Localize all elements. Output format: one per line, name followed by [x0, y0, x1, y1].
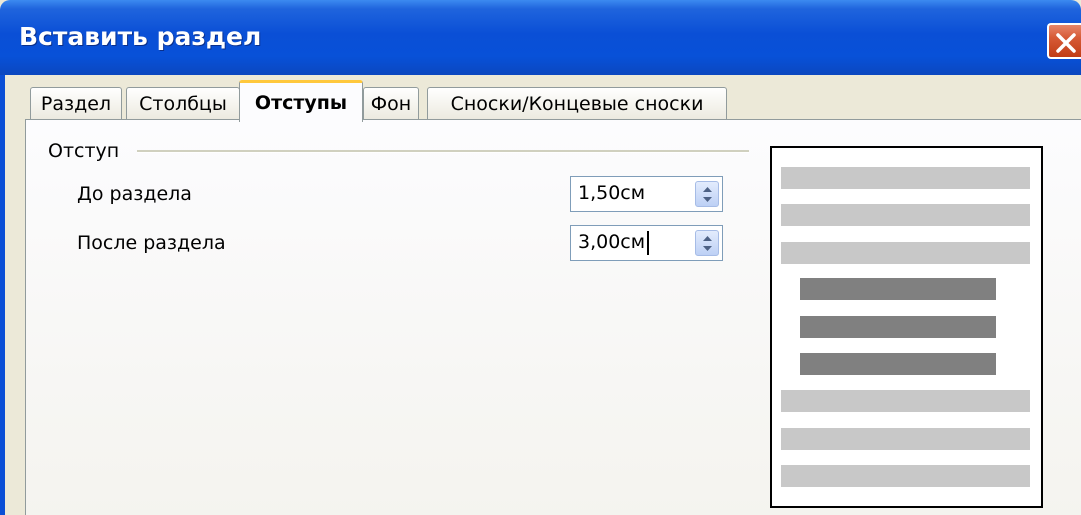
- after-section-spin-button[interactable]: [695, 230, 719, 256]
- preview-line: [781, 242, 1030, 264]
- indent-group-title: Отступ: [48, 140, 120, 162]
- after-section-label: После раздела: [77, 232, 226, 254]
- insert-section-dialog: Вставить раздел Раздел Столбцы Отступы Ф…: [0, 0, 1081, 515]
- close-button[interactable]: [1047, 23, 1081, 59]
- before-section-spin-button[interactable]: [695, 181, 719, 207]
- window-frame-left: [0, 75, 5, 515]
- preview-section-line: [800, 278, 996, 300]
- preview-line: [781, 167, 1030, 189]
- tab-columns-label: Столбцы: [139, 92, 227, 115]
- indent-preview: [770, 146, 1043, 508]
- title-bar: Вставить раздел: [0, 0, 1081, 75]
- tab-indents-label: Отступы: [254, 91, 348, 114]
- after-section-value[interactable]: 3,00см: [578, 231, 645, 253]
- before-section-label: До раздела: [77, 183, 192, 205]
- close-icon: [1056, 33, 1076, 53]
- preview-line: [781, 465, 1030, 487]
- preview-line: [781, 428, 1030, 450]
- tab-background-label: Фон: [370, 92, 412, 115]
- tab-section[interactable]: Раздел: [30, 87, 122, 119]
- preview-section-line: [800, 316, 996, 338]
- tab-footnotes-endnotes[interactable]: Сноски/Концевые сноски: [427, 87, 727, 119]
- tab-background[interactable]: Фон: [363, 87, 419, 119]
- group-separator: [137, 150, 749, 153]
- preview-line: [781, 390, 1030, 412]
- text-cursor: [647, 231, 649, 255]
- before-section-value[interactable]: 1,50см: [578, 182, 645, 204]
- tab-indents[interactable]: Отступы: [239, 80, 363, 122]
- spin-arrows-icon: [703, 236, 712, 251]
- preview-section-line: [800, 353, 996, 375]
- after-section-spinbox[interactable]: 3,00см: [570, 225, 723, 261]
- dialog-title: Вставить раздел: [19, 22, 262, 51]
- tab-columns[interactable]: Столбцы: [126, 87, 240, 119]
- before-section-spinbox[interactable]: 1,50см: [570, 176, 723, 212]
- tab-section-label: Раздел: [40, 92, 112, 115]
- preview-line: [781, 204, 1030, 226]
- spin-arrows-icon: [703, 187, 712, 202]
- tab-footnotes-endnotes-label: Сноски/Концевые сноски: [450, 92, 704, 115]
